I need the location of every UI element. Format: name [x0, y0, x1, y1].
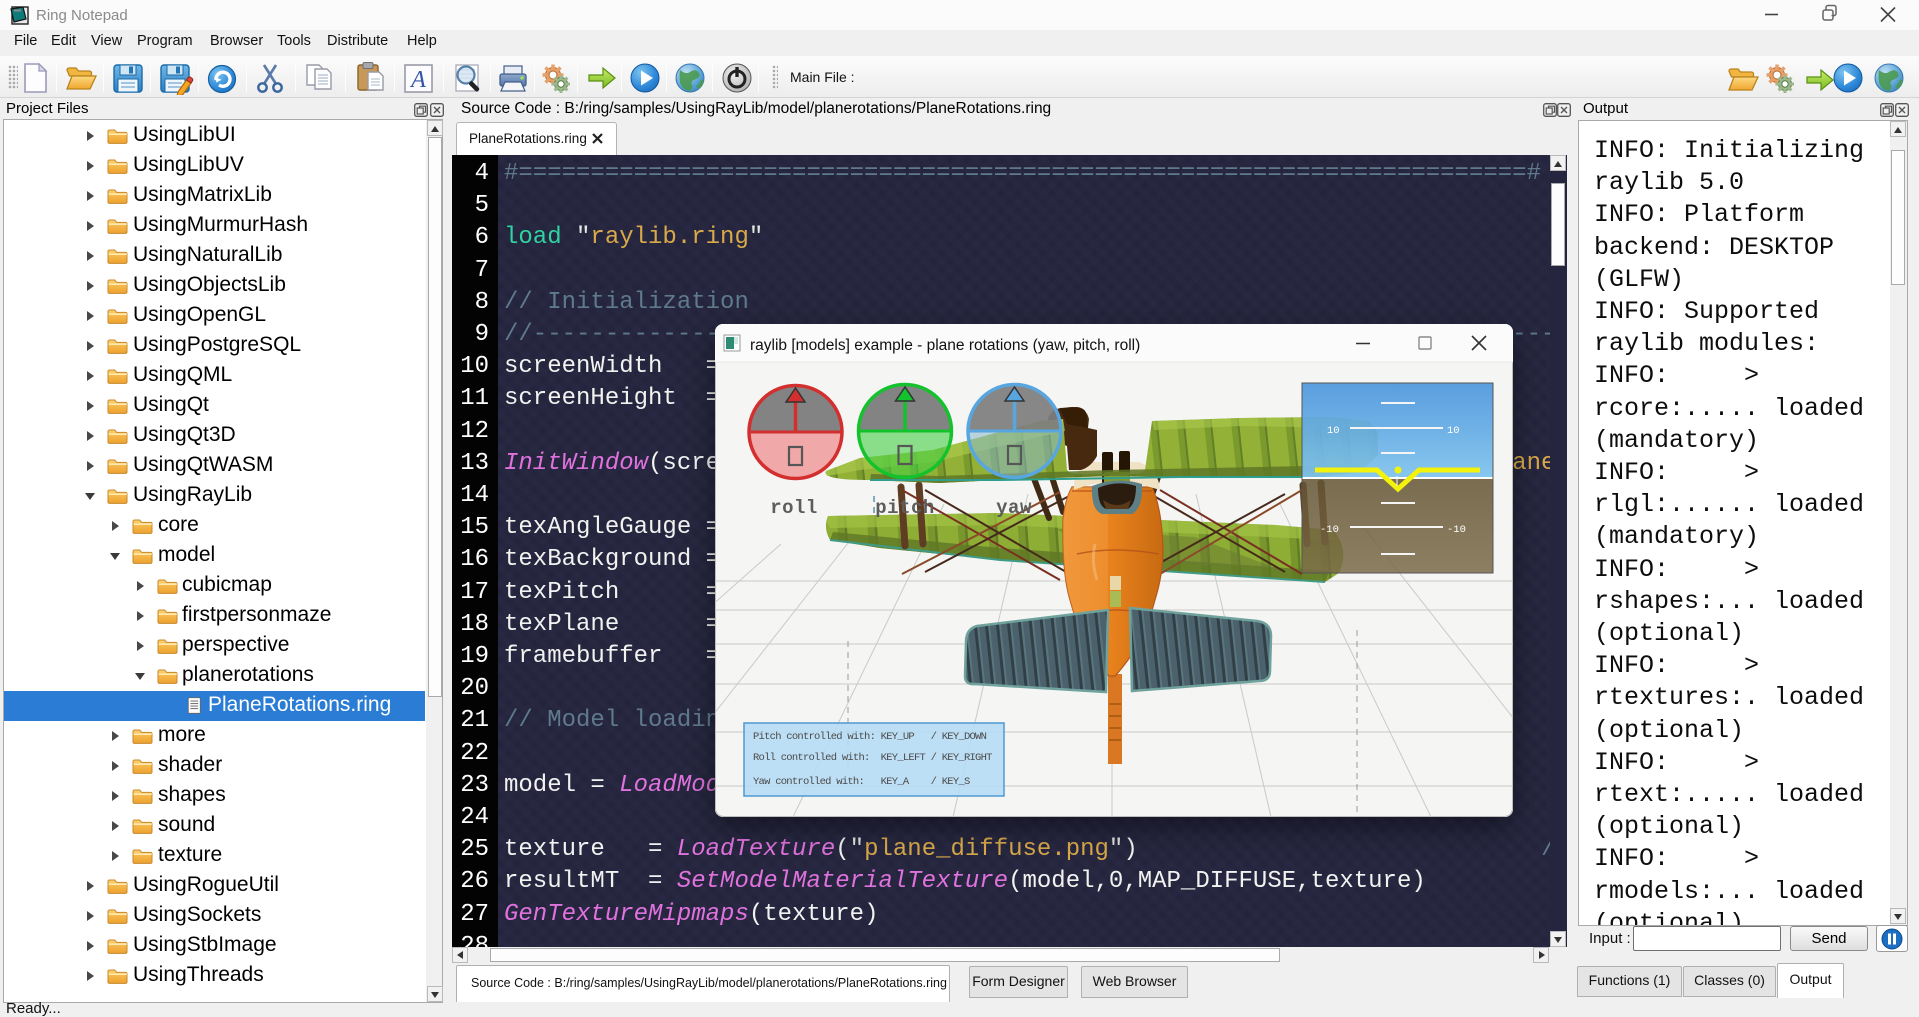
svg-text:raylib [models] example - plan: raylib [models] example - plane rotation… [750, 337, 1140, 354]
svg-text:pitch: pitch [875, 497, 935, 519]
svg-text:Roll controlled with: KEY_LEF: Roll controlled with: KEY_LEFT / KEY_RIG… [753, 752, 992, 764]
svg-text:A: A [409, 67, 426, 93]
svg-text:yaw: yaw [996, 497, 1032, 519]
svg-text:10: 10 [1327, 425, 1340, 437]
svg-text:roll: roll [770, 497, 818, 519]
svg-text:Pitch controlled with: KEY_UP: Pitch controlled with: KEY_UP / KEY_DOWN [753, 731, 987, 743]
svg-text:-10: -10 [1320, 524, 1339, 536]
svg-text:10: 10 [1447, 425, 1460, 437]
svg-text:Yaw controlled with: KEY_A: Yaw controlled with: KEY_A / KEY_S [753, 776, 970, 788]
svg-text:-10: -10 [1447, 524, 1466, 536]
